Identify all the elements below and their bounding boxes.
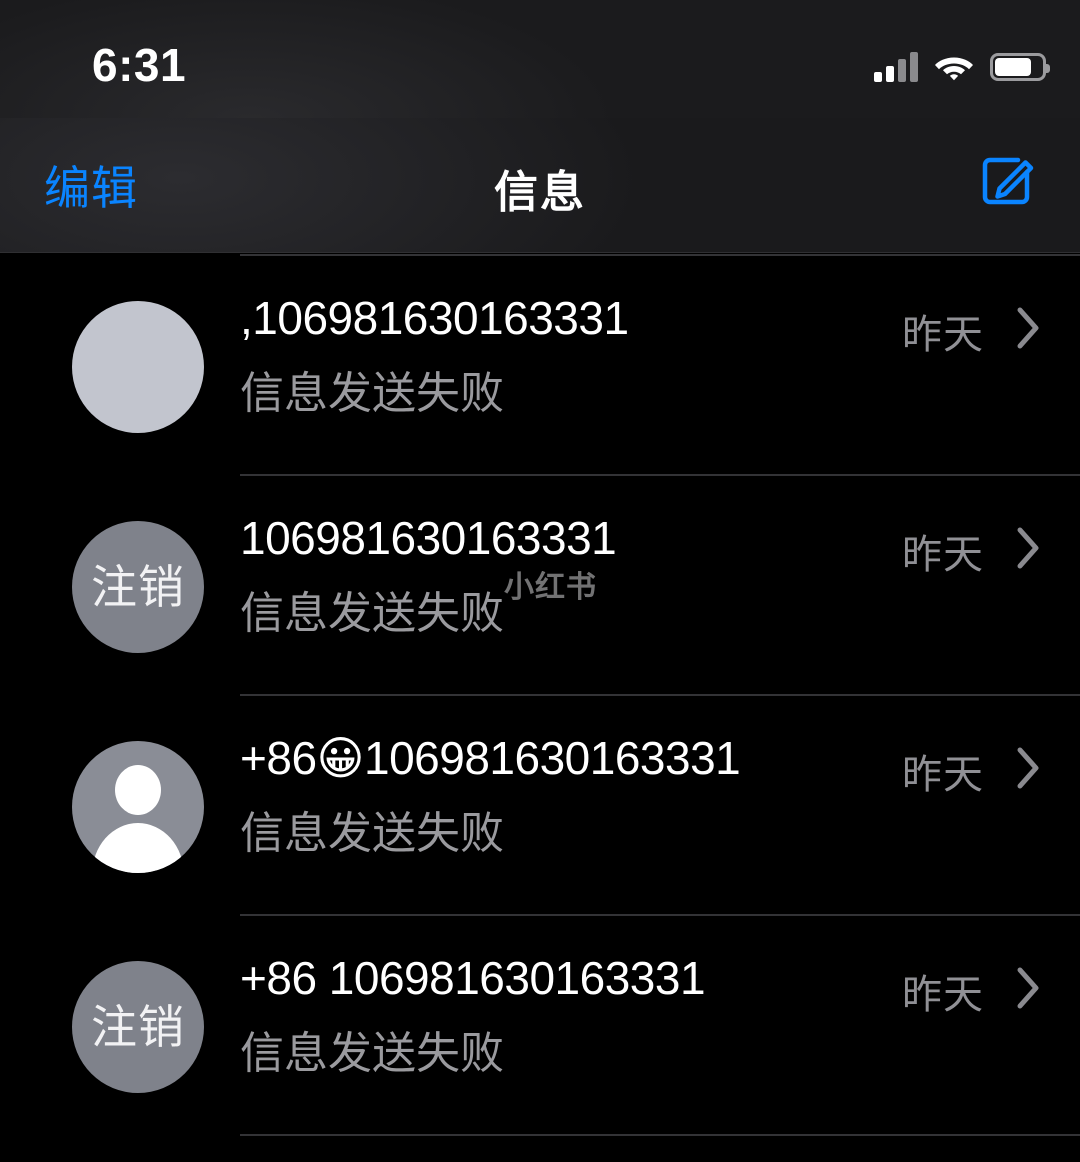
conversation-text-block: +86 106981630163331 信息发送失败 (240, 952, 870, 1081)
navigation-bar: 编辑 信息 (0, 118, 1080, 253)
row-separator (240, 914, 1080, 916)
row-separator (240, 254, 1080, 256)
conversation-text-block: 106981630163331 信息发送失败 (240, 512, 870, 641)
conversation-timestamp: 昨天 (902, 533, 984, 577)
conversation-text-block: +86😀106981630163331 信息发送失败 (240, 732, 870, 861)
conversation-row[interactable] (0, 1134, 1080, 1154)
conversation-preview: 信息发送失败 (240, 368, 504, 418)
battery-icon (990, 53, 1050, 81)
status-bar-indicators (874, 42, 1050, 82)
messages-app-screen: 6:31 编辑 信息 ,106981630163331 信息发送失败 昨天 注销… (0, 0, 1080, 1162)
conversation-timestamp: 昨天 (902, 973, 984, 1017)
row-separator (240, 1134, 1080, 1136)
cellular-signal-icon (874, 52, 918, 82)
wifi-icon (934, 52, 974, 82)
conversation-row[interactable]: 注销 106981630163331 信息发送失败 昨天 (0, 474, 1080, 694)
conversation-list[interactable]: ,106981630163331 信息发送失败 昨天 注销 1069816301… (0, 254, 1080, 1162)
conversation-title: 106981630163331 (240, 512, 617, 564)
page-title: 信息 (494, 168, 586, 217)
conversation-text-block: ,106981630163331 信息发送失败 (240, 292, 870, 421)
compose-message-icon[interactable] (978, 152, 1036, 210)
row-separator (240, 694, 1080, 696)
chevron-right-icon (1016, 526, 1042, 570)
conversation-title: ,106981630163331 (240, 292, 629, 344)
row-separator (240, 474, 1080, 476)
avatar: 注销 (72, 961, 204, 1093)
avatar (72, 301, 204, 433)
status-bar-clock: 6:31 (92, 39, 187, 91)
chevron-right-icon (1016, 966, 1042, 1010)
chevron-right-icon (1016, 746, 1042, 790)
conversation-timestamp: 昨天 (902, 753, 984, 797)
conversation-row[interactable]: ,106981630163331 信息发送失败 昨天 (0, 254, 1080, 474)
avatar-initials: 注销 (91, 1001, 185, 1053)
conversation-preview: 信息发送失败 (240, 588, 504, 638)
conversation-row[interactable]: +86😀106981630163331 信息发送失败 昨天 (0, 694, 1080, 914)
conversation-timestamp: 昨天 (902, 313, 984, 357)
avatar: 注销 (72, 521, 204, 653)
conversation-row[interactable]: 注销 +86 106981630163331 信息发送失败 昨天 (0, 914, 1080, 1134)
conversation-preview: 信息发送失败 (240, 808, 504, 858)
chevron-right-icon (1016, 306, 1042, 350)
conversation-title: +86 106981630163331 (240, 952, 706, 1004)
person-silhouette-icon (115, 765, 161, 815)
conversation-title: +86😀106981630163331 (240, 732, 741, 784)
conversation-preview: 信息发送失败 (240, 1028, 504, 1078)
avatar-initials: 注销 (91, 561, 185, 613)
status-bar: 6:31 (0, 0, 1080, 118)
avatar (72, 741, 204, 873)
